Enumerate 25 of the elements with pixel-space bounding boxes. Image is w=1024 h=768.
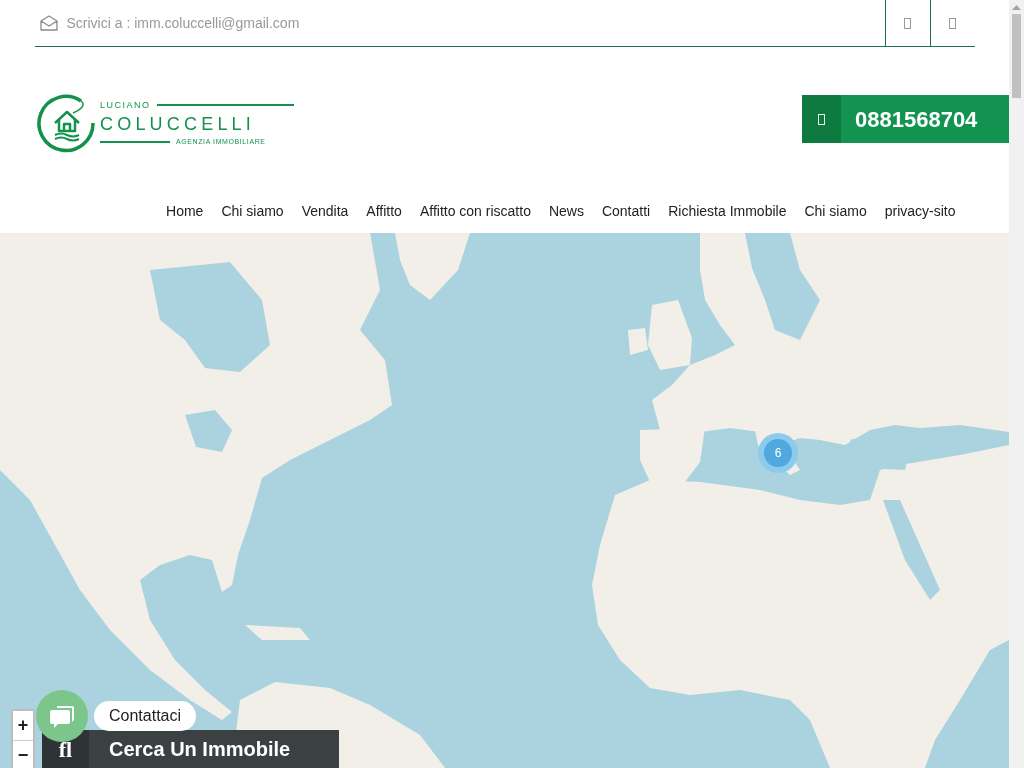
- placeholder-glyph-icon: [949, 17, 956, 29]
- logo-first-name: LUCIANO: [100, 100, 151, 110]
- chat-tooltip: Contattaci: [94, 701, 197, 731]
- phone-placeholder-glyph-icon: [818, 113, 825, 125]
- nav-link[interactable]: Richiesta Immobile: [659, 201, 796, 222]
- nav-link[interactable]: Vendita: [292, 201, 358, 222]
- nav-link[interactable]: Chi siamo: [795, 201, 876, 222]
- search-panel-title: Cerca Un Immobile: [108, 737, 291, 762]
- nav-link[interactable]: Affitto: [357, 201, 411, 222]
- nav-link[interactable]: privacy-sito: [875, 201, 965, 222]
- nav-link[interactable]: Affitto con riscatto: [410, 201, 540, 222]
- scroll-up-arrow-icon: [1012, 5, 1021, 10]
- chat-bubbles-icon: [49, 703, 75, 729]
- nav-link[interactable]: News: [539, 201, 593, 222]
- nav-link[interactable]: Contatti: [592, 201, 660, 222]
- nav-link[interactable]: Chi siamo: [212, 201, 293, 222]
- nav-link[interactable]: Home: [157, 201, 213, 222]
- email-text: Scrivici a : imm.coluccelli@gmail.com: [66, 13, 300, 33]
- scrollbar[interactable]: [1009, 0, 1024, 768]
- placeholder-glyph-icon: [904, 17, 911, 29]
- scrollbar-thumb[interactable]: [1012, 14, 1021, 98]
- logo-surname: COLUCCELLI: [100, 114, 257, 134]
- phone-button[interactable]: 0881568704: [802, 95, 1009, 143]
- envelope-icon: [39, 15, 58, 31]
- house-circle-logo-icon: [37, 93, 97, 153]
